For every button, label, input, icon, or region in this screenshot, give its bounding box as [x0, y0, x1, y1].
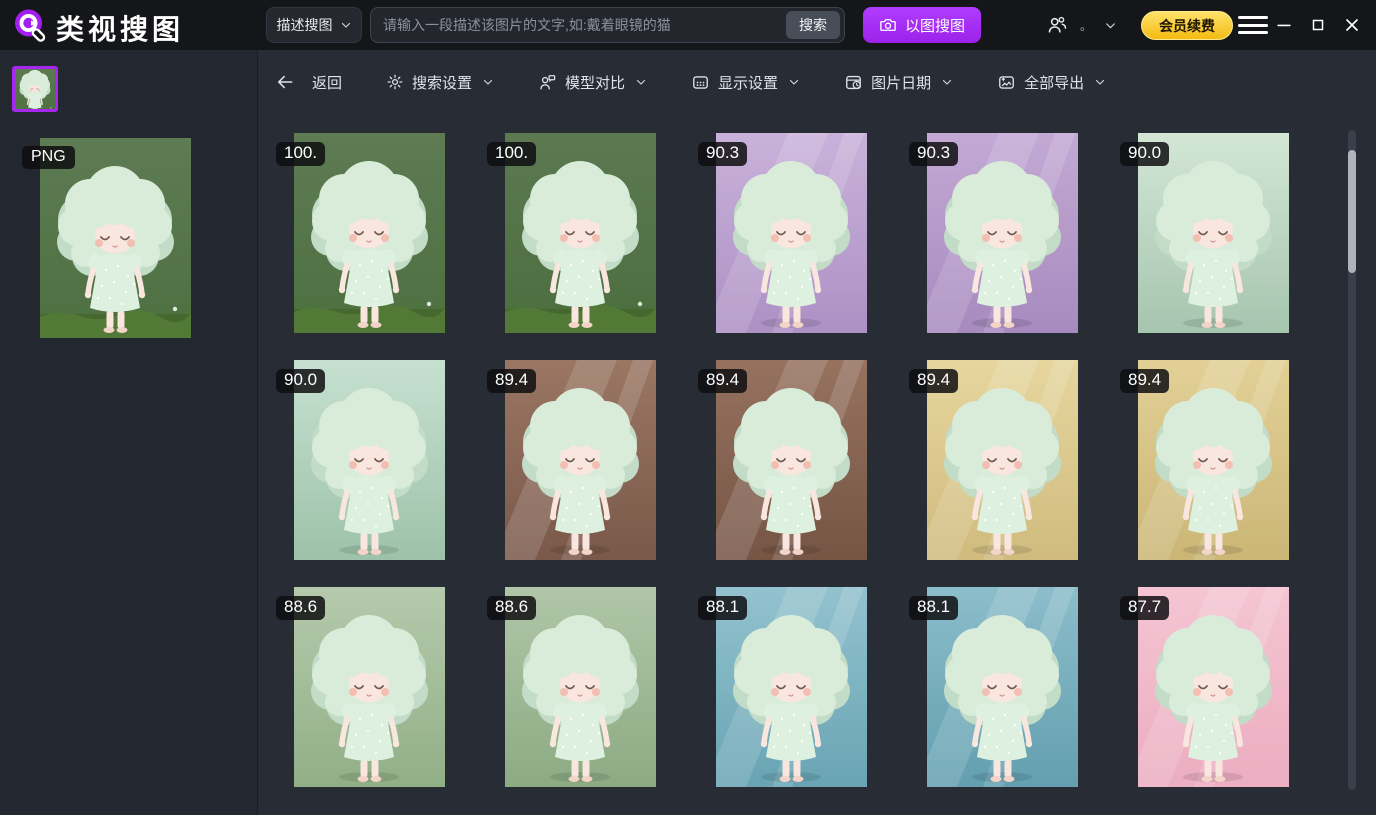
result-image[interactable]: 100. — [505, 133, 656, 333]
result-image[interactable]: 89.4 — [716, 360, 867, 560]
chevron-down-icon — [1104, 19, 1117, 32]
display-settings-icon — [691, 73, 710, 92]
search-input[interactable] — [383, 17, 786, 33]
results-toolbar: 返回 搜索设置 模型对比 — [258, 60, 1106, 104]
result-image[interactable]: 89.4 — [505, 360, 656, 560]
result-image[interactable]: 90.3 — [716, 133, 867, 333]
search-bar: 搜索 — [370, 7, 845, 43]
query-thumbnail[interactable] — [12, 66, 58, 112]
export-all-dropdown[interactable]: 全部导出 — [997, 72, 1106, 93]
camera-icon — [879, 16, 897, 34]
search-settings-label: 搜索设置 — [412, 72, 472, 93]
account-menu[interactable]: 。 — [1046, 10, 1117, 40]
model-compare-icon — [538, 73, 557, 92]
query-thumbnail-image — [15, 69, 55, 109]
title-bar: 类视搜图 描述搜图 搜索 以图搜图 。 — [0, 0, 1376, 50]
similarity-score-badge: 100. — [276, 142, 325, 166]
search-mode-dropdown[interactable]: 描述搜图 — [266, 7, 362, 43]
result-image[interactable]: 88.6 — [505, 587, 656, 787]
minimize-button[interactable] — [1272, 13, 1296, 37]
gear-icon — [386, 73, 404, 91]
result-image[interactable]: 90.0 — [294, 360, 445, 560]
similarity-score-badge: 90.0 — [276, 369, 325, 393]
hamburger-menu-icon[interactable] — [1238, 13, 1268, 37]
sidebar: PNG — [0, 50, 258, 815]
search-settings-dropdown[interactable]: 搜索设置 — [386, 72, 494, 93]
search-mode-label: 描述搜图 — [277, 15, 333, 35]
chevron-down-icon — [635, 76, 647, 88]
image-date-label: 图片日期 — [871, 72, 931, 93]
chevron-down-icon — [340, 19, 352, 31]
model-compare-label: 模型对比 — [565, 72, 625, 93]
search-button[interactable]: 搜索 — [786, 11, 840, 39]
similarity-score-badge: 100. — [487, 142, 536, 166]
result-image[interactable]: 88.1 — [927, 587, 1078, 787]
back-arrow-icon[interactable] — [275, 72, 295, 92]
app-logo-icon — [12, 7, 48, 43]
similarity-score-badge: 87.7 — [1120, 596, 1169, 620]
result-image[interactable]: 90.3 — [927, 133, 1078, 333]
result-image[interactable]: 87.7 — [1138, 587, 1289, 787]
export-all-icon — [997, 73, 1016, 92]
similarity-score-badge: 89.4 — [909, 369, 958, 393]
similarity-score-badge: 90.0 — [1120, 142, 1169, 166]
maximize-button[interactable] — [1306, 13, 1330, 37]
scrollbar-thumb[interactable] — [1348, 150, 1356, 273]
similarity-score-badge: 88.1 — [909, 596, 958, 620]
results-grid: 100. 100. 90.3 90.3 90.0 90.0 89.4 89.4 … — [294, 133, 1289, 787]
similarity-score-badge: 89.4 — [1120, 369, 1169, 393]
result-image[interactable]: 89.4 — [927, 360, 1078, 560]
image-search-button[interactable]: 以图搜图 — [863, 7, 981, 43]
users-icon — [1046, 14, 1068, 36]
file-format-badge: PNG — [22, 146, 75, 169]
results-panel: 返回 搜索设置 模型对比 — [258, 50, 1376, 815]
app-window: 类视搜图 描述搜图 搜索 以图搜图 。 — [0, 0, 1376, 815]
similarity-score-badge: 89.4 — [698, 369, 747, 393]
image-date-dropdown[interactable]: 图片日期 — [844, 72, 953, 93]
chevron-down-icon — [941, 76, 953, 88]
result-image[interactable]: 88.1 — [716, 587, 867, 787]
query-preview[interactable]: PNG — [40, 138, 191, 338]
image-date-icon — [844, 73, 863, 92]
display-settings-label: 显示设置 — [718, 72, 778, 93]
result-image[interactable]: 89.4 — [1138, 360, 1289, 560]
app-title: 类视搜图 — [56, 8, 184, 48]
similarity-score-badge: 88.1 — [698, 596, 747, 620]
model-compare-dropdown[interactable]: 模型对比 — [538, 72, 647, 93]
export-all-label: 全部导出 — [1024, 72, 1084, 93]
similarity-score-badge: 90.3 — [909, 142, 958, 166]
chevron-down-icon — [1094, 76, 1106, 88]
similarity-score-badge: 88.6 — [276, 596, 325, 620]
account-name: 。 — [1080, 17, 1092, 34]
result-image[interactable]: 88.6 — [294, 587, 445, 787]
similarity-score-badge: 90.3 — [698, 142, 747, 166]
chevron-down-icon — [482, 76, 494, 88]
scrollbar-track[interactable] — [1348, 130, 1356, 790]
result-image[interactable]: 90.0 — [1138, 133, 1289, 333]
back-button[interactable]: 返回 — [312, 72, 342, 93]
image-search-label: 以图搜图 — [905, 15, 965, 36]
display-settings-dropdown[interactable]: 显示设置 — [691, 72, 800, 93]
close-button[interactable] — [1340, 13, 1364, 37]
membership-renew-button[interactable]: 会员续费 — [1141, 11, 1233, 40]
result-image[interactable]: 100. — [294, 133, 445, 333]
chevron-down-icon — [788, 76, 800, 88]
similarity-score-badge: 89.4 — [487, 369, 536, 393]
similarity-score-badge: 88.6 — [487, 596, 536, 620]
